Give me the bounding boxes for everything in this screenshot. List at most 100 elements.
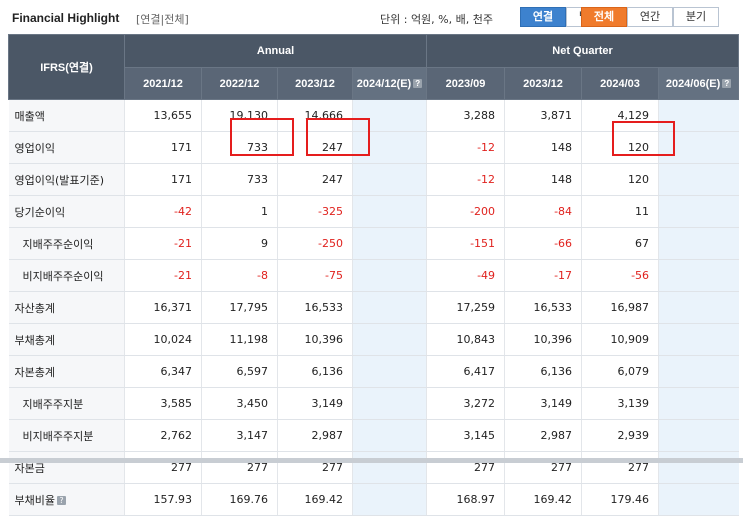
quarter-button[interactable]: 분기	[673, 7, 719, 27]
column-header: 2024/12(E)?	[351, 67, 428, 100]
page-subtitle: [연결|전체]	[136, 13, 189, 26]
row-label: 영업이익(발표기준)	[14, 173, 105, 187]
row-label-cell: 비지배주주지분	[8, 419, 125, 452]
row-label-cell: 부채총계	[8, 323, 125, 356]
value-cell: 3,450	[201, 387, 278, 420]
value-cell: 2,987	[277, 419, 353, 452]
value-cell	[351, 483, 427, 516]
column-header: 2022/12	[201, 67, 278, 100]
column-header-label: 2021/12	[143, 77, 183, 90]
value-cell: 247	[277, 163, 353, 196]
info-icon[interactable]: ?	[413, 79, 423, 89]
value-cell: 67	[581, 227, 659, 260]
period-toggle: 전체 연간 분기	[581, 7, 719, 27]
value-cell: 16,533	[277, 291, 353, 324]
value-cell	[658, 291, 739, 324]
value-cell: -8	[201, 259, 278, 292]
value-cell	[351, 387, 427, 420]
value-cell: 277	[201, 451, 278, 484]
row-label-cell: 당기순이익	[8, 195, 125, 228]
value-cell: -56	[581, 259, 659, 292]
row-label-cell: 자본총계	[8, 355, 125, 388]
value-cell	[658, 323, 739, 356]
value-cell: 169.42	[277, 483, 353, 516]
value-cell	[658, 163, 739, 196]
value-cell: 179.46	[581, 483, 659, 516]
row-label: 비지배주주지분	[22, 429, 94, 443]
column-header: 2024/03	[581, 67, 660, 100]
row-label-cell: 지배주주지분	[8, 387, 125, 420]
value-cell: 3,147	[201, 419, 278, 452]
net-quarter-header: Net Quarter	[426, 34, 740, 68]
row-label-cell: 자본금	[8, 451, 125, 484]
value-cell: 2,939	[581, 419, 659, 452]
value-cell: -66	[504, 227, 582, 260]
consolidated-button[interactable]: 연결	[520, 7, 566, 27]
value-cell	[658, 483, 739, 516]
value-cell: 277	[124, 451, 202, 484]
value-cell: 6,597	[201, 355, 278, 388]
value-cell: 16,987	[581, 291, 659, 324]
row-label: 자산총계	[14, 301, 55, 315]
all-period-button[interactable]: 전체	[581, 7, 627, 27]
value-cell: -12	[426, 131, 505, 164]
value-cell: 3,149	[277, 387, 353, 420]
value-cell: 3,871	[504, 99, 582, 132]
table-row: 자본금 277 277 277 277 277 277	[8, 451, 739, 484]
value-cell: 10,396	[277, 323, 353, 356]
annual-header: Annual	[123, 34, 428, 68]
value-cell: 277	[504, 451, 582, 484]
value-cell: 17,795	[201, 291, 278, 324]
table-row: 부채총계 10,024 11,198 10,396 10,843 10,396 10,909	[8, 323, 739, 356]
row-label-cell: 매출액	[8, 99, 125, 132]
value-cell: 169.76	[201, 483, 278, 516]
value-cell: 17,259	[426, 291, 505, 324]
value-cell: 13,655	[124, 99, 202, 132]
value-cell	[658, 419, 739, 452]
value-cell	[351, 195, 427, 228]
value-cell: -17	[504, 259, 582, 292]
financial-highlight-table: IFRS(연결) Annual Net Quarter 2021/12 2022/…	[8, 34, 740, 516]
header-bar: Financial Highlight [연결|전체] 단위 : 억원, %, …	[0, 0, 743, 34]
value-cell: 3,272	[426, 387, 505, 420]
table-row: 자본총계 6,347 6,597 6,136 6,417 6,136 6,079	[8, 355, 739, 388]
value-cell: 277	[581, 451, 659, 484]
row-label: 자본총계	[14, 365, 55, 379]
value-cell	[351, 163, 427, 196]
value-cell: 148	[504, 131, 582, 164]
column-header-label: 2024/12(E)	[356, 77, 412, 90]
value-cell: 3,585	[124, 387, 202, 420]
value-cell	[658, 355, 739, 388]
info-icon[interactable]: ?	[56, 496, 66, 505]
row-label: 자본금	[14, 461, 45, 475]
value-cell: -200	[426, 195, 505, 228]
column-header-label: 2023/09	[445, 77, 486, 90]
annual-button[interactable]: 연간	[627, 7, 673, 27]
value-cell: 1	[201, 195, 278, 228]
row-label: 매출액	[14, 109, 45, 123]
value-cell: -325	[277, 195, 353, 228]
value-cell: 3,145	[426, 419, 505, 452]
row-label: 부채비율	[14, 493, 55, 507]
row-label: 영업이익	[14, 141, 55, 155]
info-icon[interactable]: ?	[722, 79, 732, 89]
value-cell: 157.93	[124, 483, 202, 516]
row-label-cell: 영업이익	[8, 131, 125, 164]
value-cell	[351, 323, 427, 356]
value-cell: 11	[581, 195, 659, 228]
value-cell: 2,987	[504, 419, 582, 452]
column-header: 2024/06(E)?	[658, 67, 740, 100]
row-label: 당기순이익	[14, 205, 66, 219]
value-cell	[351, 259, 427, 292]
column-header: 2021/12	[124, 67, 202, 100]
table-row: 부채비율? 157.93 169.76 169.42 168.97 169.42 179.4…	[8, 483, 739, 516]
table-row: 지배주주순이익 -21 9 -250 -151 -66 67	[8, 227, 739, 260]
value-cell: 6,347	[124, 355, 202, 388]
value-cell: 3,139	[581, 387, 659, 420]
value-cell: -12	[426, 163, 505, 196]
value-cell	[658, 195, 739, 228]
table-row: 비지배주주순이익 -21 -8 -75 -49 -17 -56	[8, 259, 739, 292]
column-header-label: 2023/12	[295, 77, 335, 90]
bottom-divider	[0, 458, 743, 463]
value-cell: 6,136	[504, 355, 582, 388]
